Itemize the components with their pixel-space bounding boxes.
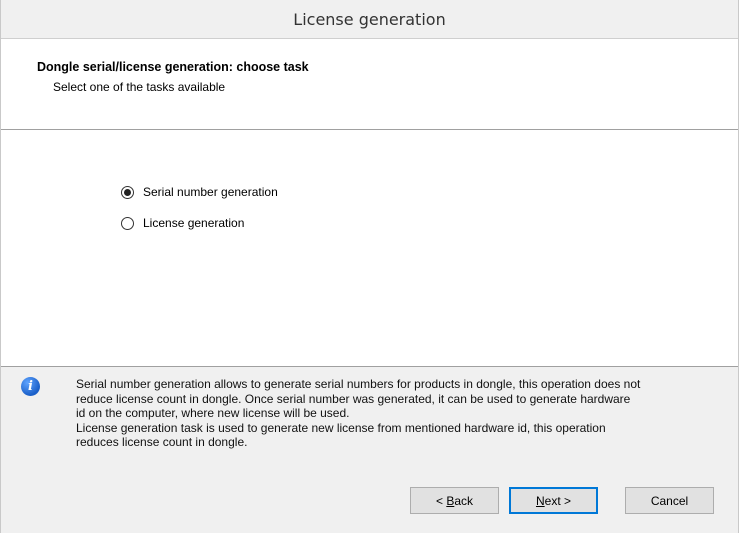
info-panel: i Serial number generation allows to gen… <box>1 366 738 477</box>
info-line: License generation task is used to gener… <box>76 420 606 435</box>
next-mnemonic: N <box>535 493 545 508</box>
back-button[interactable]: < Back <box>410 487 499 514</box>
wizard-header: Dongle serial/license generation: choose… <box>1 39 738 130</box>
header-title: Dongle serial/license generation: choose… <box>37 60 309 74</box>
option-label: License generation <box>143 216 245 230</box>
radio-serial-number-generation[interactable] <box>121 185 134 199</box>
info-line: id on the computer, where new license wi… <box>76 406 350 420</box>
option-label: Serial number generation <box>143 185 278 199</box>
back-prefix: < <box>435 493 447 508</box>
options-panel: Serial number generation License generat… <box>1 130 738 366</box>
option-serial-number-generation[interactable]: Serial number generation <box>121 185 278 199</box>
back-rest: ack <box>454 493 474 508</box>
header-subtitle: Select one of the tasks available <box>53 80 226 94</box>
cancel-button[interactable]: Cancel <box>625 487 714 514</box>
info-line: Serial number generation allows to gener… <box>76 377 641 391</box>
info-text: Serial number generation allows to gener… <box>76 377 731 450</box>
next-button[interactable]: Next > <box>509 487 598 514</box>
license-generation-window: License generation Dongle serial/license… <box>0 0 739 533</box>
info-line: reduces license count in dongle. <box>76 435 248 449</box>
title-bar: License generation <box>1 0 738 39</box>
radio-license-generation[interactable] <box>121 216 134 230</box>
back-mnemonic: B <box>446 493 455 508</box>
info-line: reduce license count in dongle. Once ser… <box>76 391 631 406</box>
window-title: License generation <box>293 9 446 29</box>
option-license-generation[interactable]: License generation <box>121 216 244 230</box>
next-rest: ext > <box>544 493 572 508</box>
button-bar: < Back Next > Cancel <box>1 476 738 533</box>
info-icon: i <box>21 377 40 396</box>
